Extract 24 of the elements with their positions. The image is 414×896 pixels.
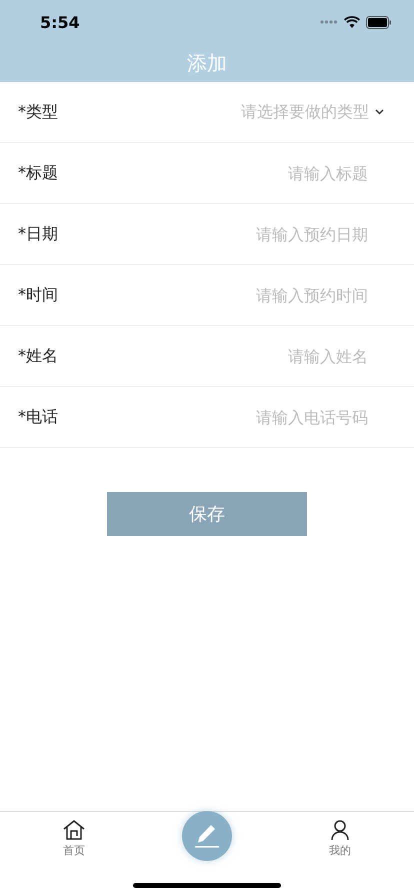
field-label: *类型	[18, 102, 58, 122]
input-field[interactable]: 请输入预约日期	[146, 224, 370, 244]
input-field[interactable]: 请输入电话号码	[146, 406, 370, 428]
save-button[interactable]: 保存	[107, 492, 307, 536]
field-label: *姓名	[18, 346, 58, 366]
wifi-icon	[344, 16, 360, 28]
page-title: 添加	[187, 50, 227, 76]
field-label: *标题	[18, 162, 58, 184]
compose-button[interactable]	[182, 811, 232, 861]
home-icon	[63, 820, 85, 840]
field-label: *日期	[18, 224, 58, 244]
field-label: *电话	[18, 406, 58, 428]
pencil-icon	[194, 823, 220, 849]
chevron-down-icon	[375, 109, 384, 115]
input-field[interactable]: 请输入姓名	[146, 346, 370, 366]
field-label: *时间	[18, 284, 58, 306]
battery-icon	[366, 16, 392, 28]
input-field[interactable]: 请输入标题	[146, 162, 370, 184]
input-field[interactable]: 请输入预约时间	[146, 284, 370, 306]
tab-item[interactable]: 首页	[34, 812, 114, 858]
tab-item[interactable]: 我的	[300, 812, 380, 858]
signal-icon	[320, 20, 338, 24]
person-icon	[330, 820, 350, 840]
status-time: 5:54	[40, 12, 80, 32]
